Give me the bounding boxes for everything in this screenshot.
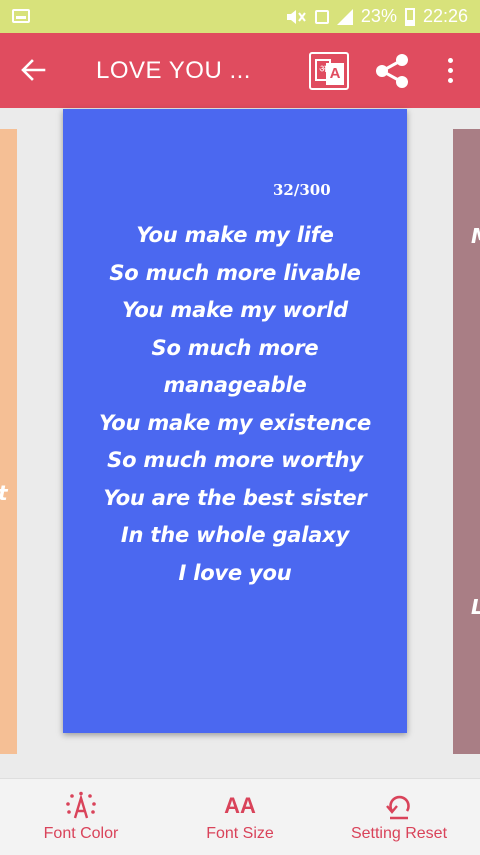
share-icon[interactable] <box>372 52 412 90</box>
quote-line: I love you <box>178 560 292 585</box>
quote-counter: 32/300 <box>273 181 331 199</box>
translate-icon-front: A <box>326 63 344 85</box>
signal-icon <box>336 8 353 25</box>
font-size-glyph: AA <box>224 793 256 818</box>
page-title: LOVE YOU ... <box>96 57 251 84</box>
sim-icon <box>314 9 329 24</box>
next-card[interactable]: M L <box>453 129 480 754</box>
quote-card[interactable]: 32/300 You make my life So much more liv… <box>63 109 407 733</box>
quote-line: So much more <box>151 335 319 360</box>
font-size-button[interactable]: AA Font Size <box>190 779 290 855</box>
next-card-text-top: M <box>471 224 480 248</box>
font-color-button[interactable]: Font Color <box>26 779 136 855</box>
reset-icon <box>386 795 410 820</box>
font-color-icon <box>66 791 96 819</box>
next-card-text-bottom: L <box>471 595 480 619</box>
quote-line: So much more livable <box>109 260 361 285</box>
more-vert-icon[interactable] <box>440 55 460 87</box>
quote-line: You make my life <box>136 223 334 247</box>
quote-line: In the whole galaxy <box>120 523 350 547</box>
previous-card[interactable]: t <box>0 129 17 754</box>
status-right: 23% 22:26 <box>285 0 468 33</box>
previous-card-text: t <box>0 481 8 505</box>
back-arrow-icon[interactable] <box>18 55 48 85</box>
app-bar: LOVE YOU ... अ A <box>0 33 480 108</box>
clock: 22:26 <box>422 6 468 26</box>
translate-button[interactable]: अ A <box>309 52 349 90</box>
setting-reset-button[interactable]: Setting Reset <box>340 779 458 855</box>
font-color-label: Font Color <box>43 825 119 842</box>
quote-line: So much more worthy <box>107 448 363 472</box>
bottom-toolbar: Font Color AA Font Size Setting Reset <box>0 778 480 855</box>
setting-reset-label: Setting Reset <box>350 825 448 842</box>
battery-percent: 23% <box>360 6 397 26</box>
status-bar: 23% 22:26 <box>0 0 480 33</box>
quote-line: You make my world <box>122 298 348 322</box>
quote-line: You are the best sister <box>103 485 367 510</box>
font-size-label: Font Size <box>206 825 274 842</box>
quote-text: You make my life So much more livable Yo… <box>63 217 407 592</box>
font-size-icon: AA <box>190 791 290 821</box>
image-notification-icon <box>12 9 30 23</box>
battery-icon <box>404 7 415 26</box>
quote-line: manageable <box>163 373 307 397</box>
quote-line: You make my existence <box>98 410 372 435</box>
mute-icon <box>286 9 306 24</box>
